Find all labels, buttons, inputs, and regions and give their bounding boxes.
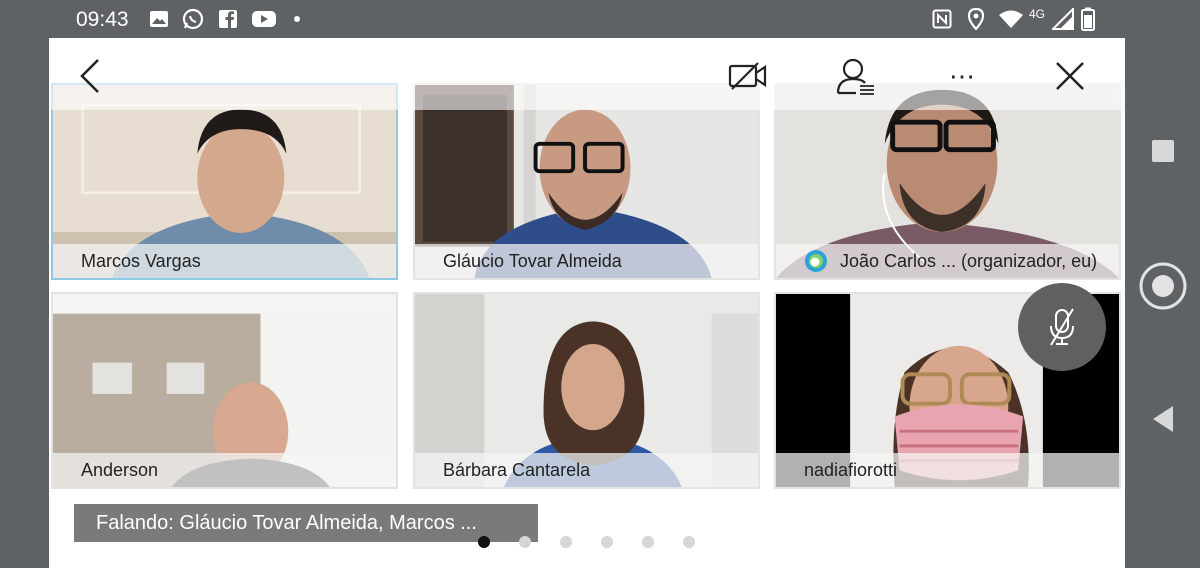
participant-tile[interactable]: Anderson <box>51 292 398 489</box>
more-options-button[interactable]: ⋯ <box>941 56 985 96</box>
participant-tile[interactable]: João Carlos ... (organizador, eu) <box>774 83 1121 280</box>
participant-name: Marcos Vargas <box>53 244 396 278</box>
page-dot[interactable] <box>601 536 613 548</box>
facebook-icon <box>217 8 239 30</box>
active-speakers-label: Falando: Gláucio Tovar Almeida, Marcos .… <box>74 504 538 542</box>
wifi-icon <box>998 8 1024 30</box>
image-icon <box>148 8 170 30</box>
youtube-icon <box>251 8 277 30</box>
home-circle-icon <box>1139 262 1186 310</box>
microphone-off-icon <box>1050 308 1074 346</box>
square-icon <box>1151 140 1174 162</box>
triangle-back-icon <box>1152 406 1173 432</box>
network-type: 4G <box>1029 7 1046 21</box>
camera-off-icon <box>728 62 767 90</box>
camera-toggle-button[interactable] <box>726 56 770 96</box>
location-icon <box>965 8 987 30</box>
participant-tile[interactable]: Marcos Vargas <box>51 83 398 280</box>
back-button[interactable] <box>68 56 112 96</box>
participant-name: Anderson <box>53 453 396 487</box>
meeting-screen: Marcos Vargas Gláucio Tovar Almeida João… <box>49 38 1125 568</box>
participant-name: nadiafiorotti <box>776 453 1119 487</box>
participant-name: Gláucio Tovar Almeida <box>415 244 758 278</box>
chevron-left-icon <box>80 59 99 93</box>
participant-name-text: João Carlos ... (organizador, eu) <box>840 251 1098 271</box>
recents-button[interactable] <box>1125 136 1200 166</box>
participants-list-icon <box>836 58 874 95</box>
page-dot[interactable] <box>478 536 490 548</box>
close-button[interactable] <box>1048 56 1092 96</box>
participants-button[interactable] <box>834 56 878 96</box>
battery-icon <box>1080 7 1096 31</box>
page-dot[interactable] <box>642 536 654 548</box>
webex-logo-icon <box>805 250 827 272</box>
participant-name: Bárbara Cantarela <box>415 453 758 487</box>
page-dot[interactable] <box>560 536 572 548</box>
close-icon <box>1056 62 1084 90</box>
nfc-icon <box>931 8 953 30</box>
whatsapp-icon <box>182 8 204 30</box>
home-button[interactable] <box>1125 260 1200 312</box>
page-dot[interactable] <box>519 536 531 548</box>
participant-tile[interactable]: Gláucio Tovar Almeida <box>413 83 760 280</box>
page-dot[interactable] <box>683 536 695 548</box>
mute-button[interactable] <box>1018 283 1106 371</box>
participant-tile[interactable]: Bárbara Cantarela <box>413 292 760 489</box>
signal-icon <box>1052 8 1074 30</box>
back-nav-button[interactable] <box>1125 404 1200 434</box>
system-nav-bar <box>1125 0 1200 568</box>
participant-name: João Carlos ... (organizador, eu) <box>776 244 1119 278</box>
status-bar: 09:43 4G <box>0 0 1125 38</box>
notification-dot-icon <box>286 8 308 30</box>
clock: 09:43 <box>76 8 129 31</box>
